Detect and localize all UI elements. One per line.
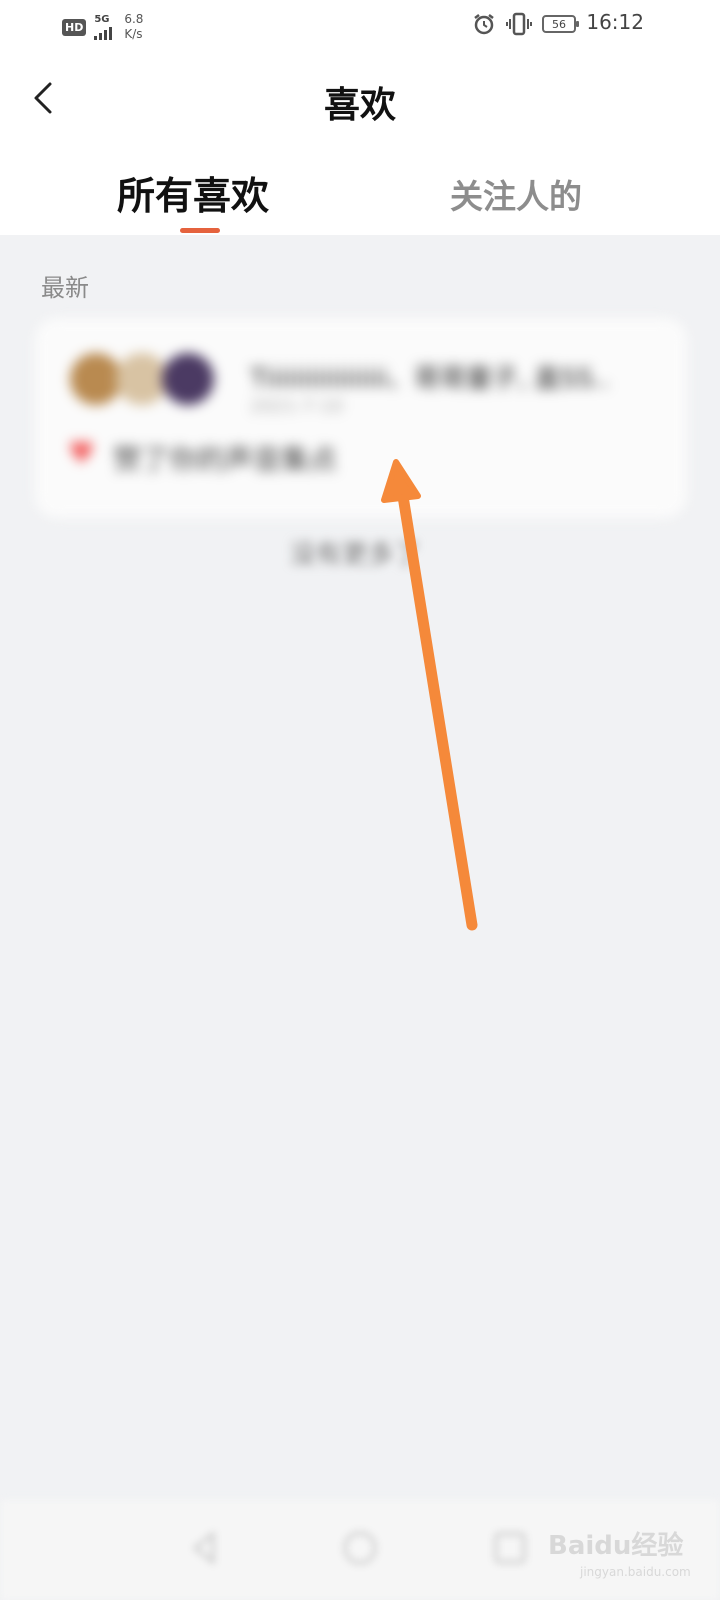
page-title: 喜欢 <box>323 84 396 126</box>
avatar[interactable] <box>162 353 214 405</box>
nav-recent-icon[interactable] <box>490 1528 530 1568</box>
status-right: 56 <box>472 12 579 36</box>
network-speed: 6.8 K/s <box>124 12 143 42</box>
vibrate-icon <box>506 12 532 36</box>
status-left: HD 5G 6.8 K/s <box>62 12 143 42</box>
tab-following-likes[interactable]: 关注人的 <box>450 170 582 218</box>
speed-value: 6.8 <box>124 12 144 26</box>
tab-all-likes[interactable]: 所有喜欢 <box>117 165 269 220</box>
watermark-url: jingyan.baidu.com <box>580 1565 691 1579</box>
hd-badge: HD <box>62 18 87 36</box>
no-more-label: 没有更多了 <box>289 540 420 570</box>
watermark-brand: Baidu经验 <box>548 1531 684 1561</box>
header: 喜欢 所有喜欢 关注人的 <box>0 50 720 235</box>
heart-icon: ♥ <box>68 436 95 471</box>
network-type: 5G <box>94 13 110 25</box>
avatar-group <box>70 353 214 405</box>
battery-level: 56 <box>552 17 566 31</box>
avatar[interactable] <box>116 353 168 405</box>
like-notification-card[interactable]: Tiiiiiiiiiiiiiiiii、哥哥童子, 盖SS.. 2021-7-10… <box>35 318 687 518</box>
signal-icon: 5G <box>94 13 113 40</box>
liker-names: Tiiiiiiiiiiiiiiiii、哥哥童子, 盖SS.. <box>250 364 610 394</box>
tab-indicator <box>180 228 220 233</box>
section-label-latest: 最新 <box>41 274 89 302</box>
annotation-arrow-icon <box>381 459 478 931</box>
nav-home-icon[interactable] <box>340 1528 380 1568</box>
nav-back-icon[interactable] <box>185 1528 225 1568</box>
status-bar: HD 5G 6.8 K/s 56 16:12 <box>0 0 720 50</box>
alarm-icon <box>474 14 494 35</box>
battery-icon: 56 <box>542 15 579 33</box>
like-description: 赞了你的声音集点 <box>113 443 338 476</box>
speed-unit: K/s <box>124 27 143 41</box>
like-date: 2021-7-10 <box>250 396 344 417</box>
avatar[interactable] <box>70 353 122 405</box>
status-time: 16:12 <box>586 10 644 34</box>
